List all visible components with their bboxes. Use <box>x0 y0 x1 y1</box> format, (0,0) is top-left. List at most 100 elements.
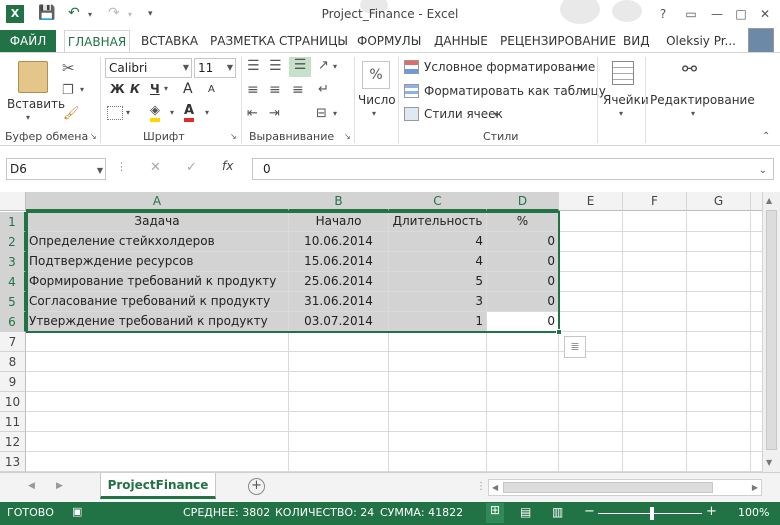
page-layout-view-icon[interactable]: ▤ <box>520 505 531 519</box>
merge-center-icon[interactable]: ⊟ <box>316 106 327 121</box>
name-box[interactable]: D6 ▼ <box>6 158 106 180</box>
font-launcher-icon[interactable]: ↘ <box>230 132 237 141</box>
cell[interactable]: 3 <box>389 292 487 312</box>
cancel-icon[interactable]: ✕ <box>150 160 161 175</box>
font-size-select[interactable]: 11 ▼ <box>194 58 236 78</box>
cell[interactable]: 0 <box>487 272 559 292</box>
copy-icon[interactable]: ❐ <box>62 83 74 98</box>
tab-data[interactable]: ДАННЫЕ <box>434 30 488 52</box>
scroll-down-icon[interactable]: ▼ <box>766 458 772 467</box>
cell[interactable]: Определение стейкхолдеров <box>26 232 289 252</box>
tab-home[interactable]: ГЛАВНАЯ <box>64 30 130 53</box>
editing-button[interactable]: Редактирование <box>650 93 755 107</box>
italic-button[interactable]: К <box>130 82 140 96</box>
cell[interactable]: 0 <box>487 252 559 272</box>
cell[interactable]: 0 <box>487 292 559 312</box>
tab-formulas[interactable]: ФОРМУЛЫ <box>357 30 421 52</box>
zoom-in-icon[interactable]: + <box>706 504 717 519</box>
cell[interactable]: 10.06.2014 <box>289 232 389 252</box>
quick-analysis-icon[interactable]: ≣ <box>564 336 586 358</box>
underline-dropdown-icon[interactable]: ▾ <box>164 84 168 93</box>
tab-page-layout[interactable]: РАЗМЕТКА СТРАНИЦЫ <box>210 30 348 52</box>
cell[interactable]: 5 <box>389 272 487 292</box>
column-header-e[interactable]: E <box>559 192 623 211</box>
orientation-dropdown-icon[interactable]: ▾ <box>333 62 337 71</box>
row-header[interactable]: 9 <box>0 372 26 392</box>
zoom-out-icon[interactable]: − <box>584 504 595 519</box>
active-cell[interactable]: 0 <box>487 312 559 332</box>
bold-button[interactable]: Ж <box>110 82 125 96</box>
collapse-ribbon-icon[interactable]: ⌃ <box>762 131 770 142</box>
cell[interactable]: Формирование требований к продукту <box>26 272 289 292</box>
column-header-f[interactable]: F <box>623 192 687 211</box>
format-painter-icon[interactable]: 🖌 <box>63 106 80 121</box>
row-header[interactable]: 7 <box>0 332 26 352</box>
number-format-button[interactable]: Число <box>358 93 396 107</box>
row-header[interactable]: 11 <box>0 412 26 432</box>
row-header[interactable]: 12 <box>0 432 26 452</box>
cell[interactable]: Начало <box>289 212 389 232</box>
row-header[interactable]: 5 <box>0 292 26 312</box>
align-top-icon[interactable]: ☰ <box>247 58 260 74</box>
borders-icon[interactable] <box>107 106 123 120</box>
column-header-g[interactable]: G <box>687 192 751 211</box>
drag-handle-icon[interactable]: ⋮ <box>476 481 486 492</box>
column-header-b[interactable]: B <box>289 192 389 211</box>
cells-dropdown-icon[interactable]: ▾ <box>619 109 623 118</box>
scroll-up-icon[interactable]: ▲ <box>766 196 772 205</box>
close-icon[interactable]: ✕ <box>752 4 778 24</box>
fill-color-icon[interactable]: ◈ <box>150 103 160 122</box>
row-header[interactable]: 8 <box>0 352 26 372</box>
enter-icon[interactable]: ✓ <box>186 160 197 175</box>
next-sheet-icon[interactable]: ▶ <box>56 481 63 491</box>
percent-format-icon[interactable]: % <box>362 61 390 89</box>
tab-view[interactable]: ВИД <box>623 30 650 52</box>
sheet-tab-projectfinance[interactable]: ProjectFinance <box>100 473 216 499</box>
fill-handle[interactable] <box>556 329 562 335</box>
add-sheet-button[interactable]: + <box>248 478 265 495</box>
status-average[interactable]: СРЕДНЕЕ: 3802 <box>183 506 270 519</box>
orientation-icon[interactable]: ↗ <box>318 58 329 73</box>
row-header[interactable]: 2 <box>0 232 26 252</box>
font-name-select[interactable]: Calibri ▼ <box>105 58 192 78</box>
font-color-icon[interactable]: A <box>184 103 195 122</box>
row-header[interactable]: 1 <box>0 212 26 232</box>
tab-review[interactable]: РЕЦЕНЗИРОВАНИЕ <box>500 30 616 52</box>
insert-function-icon[interactable]: fx <box>222 159 233 173</box>
cells-icon[interactable] <box>612 61 634 85</box>
column-header-partial[interactable] <box>751 192 762 211</box>
align-bottom-icon[interactable]: ☰ <box>289 57 311 77</box>
page-break-view-icon[interactable]: ▥ <box>552 505 563 519</box>
cut-icon[interactable]: ✂ <box>62 59 75 77</box>
vertical-scrollbar[interactable]: ▲ ▼ <box>762 192 780 472</box>
cell[interactable]: Длительность <box>389 212 487 232</box>
drag-handle-icon[interactable]: ⋮ <box>116 160 127 173</box>
clipboard-launcher-icon[interactable]: ↘ <box>90 132 97 141</box>
column-header-c[interactable]: C <box>389 192 487 211</box>
borders-dropdown-icon[interactable]: ▾ <box>126 108 130 117</box>
cell[interactable]: 0 <box>487 232 559 252</box>
binoculars-icon[interactable]: ⚯ <box>682 59 697 80</box>
align-left-icon[interactable]: ≡ <box>247 82 259 98</box>
cell[interactable]: 03.07.2014 <box>289 312 389 332</box>
maximize-icon[interactable]: □ <box>728 4 754 24</box>
align-middle-icon[interactable]: ☰ <box>269 58 282 74</box>
decrease-indent-icon[interactable]: ⇤ <box>247 106 258 121</box>
increase-indent-icon[interactable]: ⇥ <box>269 106 280 121</box>
fill-color-dropdown-icon[interactable]: ▾ <box>170 108 174 117</box>
formula-input[interactable]: 0 ⌄ <box>252 158 774 180</box>
select-all-button[interactable] <box>0 192 26 211</box>
chevron-down-icon[interactable]: ▾ <box>582 87 586 96</box>
alignment-launcher-icon[interactable]: ↘ <box>344 132 351 141</box>
copy-dropdown-icon[interactable]: ▾ <box>80 85 84 94</box>
number-dropdown-icon[interactable]: ▾ <box>372 109 376 118</box>
row-header[interactable]: 10 <box>0 392 26 412</box>
minimize-icon[interactable]: — <box>704 4 730 24</box>
cell-styles-button[interactable]: Стили ячеек <box>424 107 503 121</box>
row-header[interactable]: 3 <box>0 252 26 272</box>
normal-view-icon[interactable]: ⊞ <box>486 503 504 523</box>
cell[interactable]: Согласование требований к продукту <box>26 292 289 312</box>
ribbon-display-icon[interactable]: ▭ <box>678 4 704 24</box>
cells-button[interactable]: Ячейки <box>603 93 649 107</box>
grow-font-button[interactable]: A <box>183 81 193 97</box>
